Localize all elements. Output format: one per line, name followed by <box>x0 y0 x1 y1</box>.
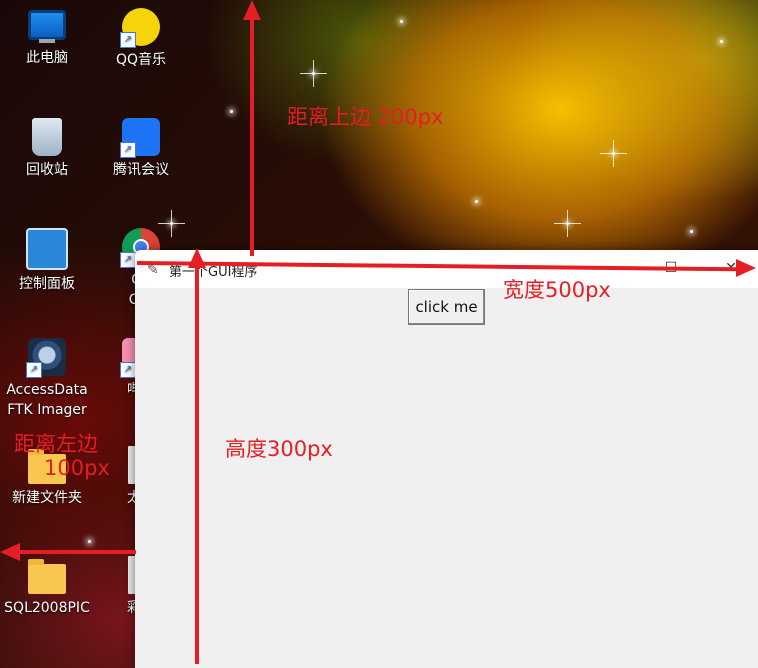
desktop-icon-label: 此电脑 <box>26 50 68 66</box>
annotation-top: 距离上边 200px <box>287 105 444 129</box>
annotation-height: 高度300px <box>225 437 333 461</box>
star <box>300 60 327 87</box>
ftk-imager-icon: ↗ <box>26 338 66 378</box>
star <box>400 20 403 23</box>
star <box>230 110 233 113</box>
desktop-icon-label: 新建文件夹 <box>12 490 82 506</box>
annotation-width: 宽度500px <box>503 278 611 302</box>
desktop-icon-qq-music[interactable]: ↗ QQ音乐 <box>96 8 186 70</box>
computer-icon <box>28 10 66 43</box>
shortcut-arrow-icon: ↗ <box>120 142 136 158</box>
star <box>690 230 693 233</box>
desktop-icon-label: QQ音乐 <box>115 52 167 68</box>
height-arrowhead <box>188 248 206 268</box>
control-panel-icon <box>26 228 68 270</box>
shortcut-arrow-icon: ↗ <box>120 32 136 48</box>
click-me-button[interactable]: click me <box>408 289 485 325</box>
star <box>600 140 627 167</box>
folder-icon <box>28 559 66 594</box>
star <box>554 210 581 237</box>
tencent-meeting-icon: ↗ <box>120 118 160 158</box>
star <box>88 540 91 543</box>
annotation-left-line1: 距离左边 <box>14 432 98 456</box>
desktop-icon-ftk-imager[interactable]: ↗ AccessData FTK Imager <box>2 338 92 420</box>
desktop-icon-control-panel[interactable]: 控制面板 <box>2 228 92 294</box>
qq-music-icon: ↗ <box>120 8 160 48</box>
desktop-icon-label-line2: FTK Imager <box>7 402 87 418</box>
top-arrowhead <box>243 0 261 20</box>
top-distance-line <box>250 16 254 256</box>
desktop-icon-label: 控制面板 <box>19 276 75 292</box>
left-arrowhead <box>0 543 20 561</box>
star <box>158 210 185 237</box>
desktop-icon-tencent-meeting[interactable]: ↗ 腾讯会议 <box>96 118 186 180</box>
left-distance-line <box>16 550 136 554</box>
desktop-icon-label: AccessData <box>6 382 88 398</box>
shortcut-arrow-icon: ↗ <box>120 362 136 378</box>
desktop-icon-recycle-bin[interactable]: 回收站 <box>2 118 92 180</box>
desktop-icon-label: 回收站 <box>26 162 68 178</box>
annotation-left-line2: 100px <box>44 456 110 480</box>
recycle-bin-icon <box>32 118 62 156</box>
star <box>720 40 723 43</box>
desktop-icon-this-pc[interactable]: 此电脑 <box>2 10 92 68</box>
desktop-icon-label: 腾讯会议 <box>113 162 169 178</box>
width-arrowhead <box>736 259 756 277</box>
shortcut-arrow-icon: ↗ <box>26 362 42 378</box>
shortcut-arrow-icon: ↗ <box>120 252 136 268</box>
desktop-icon-label: SQL2008PIC <box>4 600 90 616</box>
desktop-icon-sql2008pic[interactable]: SQL2008PIC <box>2 556 92 618</box>
star <box>475 200 478 203</box>
height-line <box>195 268 199 664</box>
